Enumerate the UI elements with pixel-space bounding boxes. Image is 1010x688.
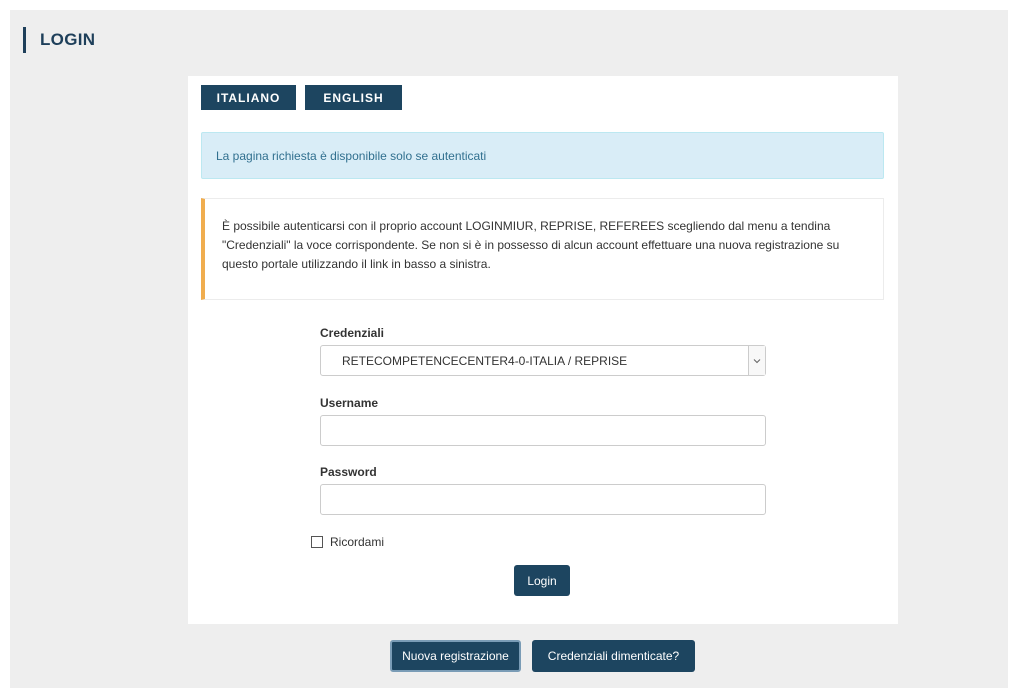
new-registration-button[interactable]: Nuova registrazione	[390, 640, 521, 672]
chevron-down-icon[interactable]	[748, 346, 765, 375]
username-label: Username	[320, 396, 379, 410]
forgot-credentials-button[interactable]: Credenziali dimenticate?	[532, 640, 695, 672]
page-title: LOGIN	[40, 30, 96, 49]
info-alert: La pagina richiesta è disponibile solo s…	[201, 132, 884, 179]
password-input[interactable]	[320, 484, 766, 515]
title-accent-bar	[23, 27, 26, 53]
credentials-select[interactable]: RETECOMPETENCECENTER4-0-ITALIA / REPRISE	[320, 345, 766, 376]
language-italian-button[interactable]: ITALIANO	[201, 85, 296, 110]
login-button[interactable]: Login	[514, 565, 570, 596]
password-label: Password	[320, 465, 377, 479]
warning-alert-text: È possibile autenticarsi con il proprio …	[222, 219, 840, 271]
login-form: Credenziali RETECOMPETENCECENTER4-0-ITAL…	[320, 326, 766, 515]
remember-me-label: Ricordami	[330, 535, 385, 549]
page-header: LOGIN	[23, 27, 95, 53]
credentials-label: Credenziali	[320, 326, 385, 340]
credentials-selected-value: RETECOMPETENCECENTER4-0-ITALIA / REPRISE	[342, 353, 628, 368]
language-english-button[interactable]: ENGLISH	[305, 85, 402, 110]
username-input[interactable]	[320, 415, 766, 446]
warning-alert: È possibile autenticarsi con il proprio …	[201, 198, 884, 300]
remember-me[interactable]: Ricordami	[311, 535, 384, 549]
login-panel: ITALIANO ENGLISH La pagina richiesta è d…	[188, 76, 898, 624]
checkbox-unchecked-icon[interactable]	[311, 536, 323, 548]
info-alert-text: La pagina richiesta è disponibile solo s…	[216, 148, 487, 163]
page-container: LOGIN ITALIANO ENGLISH La pagina richies…	[10, 10, 1008, 688]
